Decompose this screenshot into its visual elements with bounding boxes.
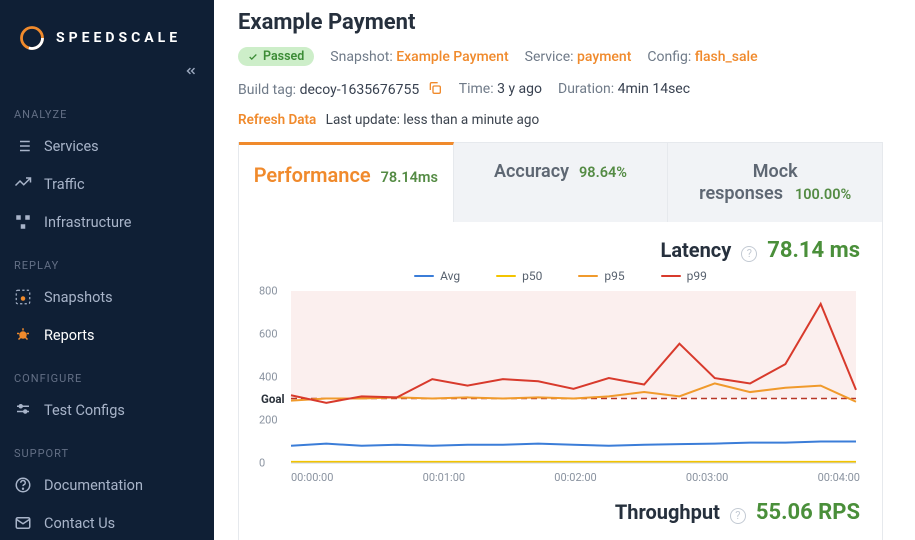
brand-name: SPEEDSCALE [56,30,181,46]
latency-chart: 0200400600800Goal [261,287,860,467]
sidebar-item-label: Reports [44,327,95,344]
refresh-link[interactable]: Refresh Data [238,112,316,128]
tabs: Performance 78.14ms Accuracy 98.64% Mock… [238,142,883,222]
camera-icon [14,288,32,306]
chart-legend: Avgp50p95p99 [261,269,860,283]
time-value: 3 y ago [497,81,542,97]
sidebar-item-test-configs[interactable]: Test Configs [0,391,214,429]
logo-icon [18,24,46,52]
sidebar-item-infrastructure[interactable]: Infrastructure [0,203,214,241]
sidebar-item-label: Test Configs [44,402,125,419]
sidebar-item-label: Services [44,138,99,155]
help-icon [14,476,32,494]
sidebar-item-label: Snapshots [44,289,113,306]
bug-icon [14,326,32,344]
throughput-value: 55.06 RPS [756,500,860,525]
sidebar-item-label: Contact Us [44,515,115,532]
sidebar-item-contact-us[interactable]: Contact Us [0,504,214,540]
help-icon[interactable]: ? [741,246,757,262]
duration-value: 4min 14sec [618,81,690,97]
sidebar-item-traffic[interactable]: Traffic [0,165,214,203]
performance-panel: Latency ? 78.14 ms Avgp50p95p99 02004006… [238,222,883,540]
copy-icon[interactable] [427,80,443,96]
service-link[interactable]: payment [577,49,631,65]
config-link[interactable]: flash_sale [695,49,758,65]
sidebar-item-reports[interactable]: Reports [0,316,214,354]
sidebar-item-documentation[interactable]: Documentation [0,466,214,504]
sidebar: SPEEDSCALE ANALYZE Services Traffic Infr… [0,0,214,540]
section-support: SUPPORT [0,429,214,466]
tab-accuracy[interactable]: Accuracy 98.64% [454,143,669,222]
latency-value: 78.14 ms [767,238,860,263]
section-replay: REPLAY [0,241,214,278]
throughput-title: Throughput [615,500,720,524]
activity-icon [14,175,32,193]
sidebar-item-snapshots[interactable]: Snapshots [0,278,214,316]
latency-title: Latency [661,238,732,262]
section-configure: CONFIGURE [0,354,214,391]
brand-logo[interactable]: SPEEDSCALE [0,18,214,60]
sidebar-item-services[interactable]: Services [0,127,214,165]
tab-performance[interactable]: Performance 78.14ms [239,142,454,222]
mail-icon [14,514,32,532]
sidebar-item-label: Infrastructure [44,214,131,231]
sliders-icon [14,401,32,419]
help-icon[interactable]: ? [730,508,746,524]
page-title: Example Payment [238,10,883,35]
snapshot-link[interactable]: Example Payment [396,49,508,65]
section-analyze: ANALYZE [0,90,214,127]
build-tag: decoy-1635676755 [300,82,420,98]
tab-mock-responses[interactable]: Mock responses 100.00% [668,143,882,222]
main-scroll[interactable]: Example Payment Passed Snapshot: Example… [214,0,901,540]
list-icon [14,137,32,155]
sidebar-item-label: Traffic [44,176,85,193]
chevron-left-icon[interactable] [184,64,198,82]
status-badge: Passed [238,47,314,66]
last-update: Last update: less than a minute ago [326,112,540,128]
network-icon [14,213,32,231]
sidebar-item-label: Documentation [44,477,143,494]
